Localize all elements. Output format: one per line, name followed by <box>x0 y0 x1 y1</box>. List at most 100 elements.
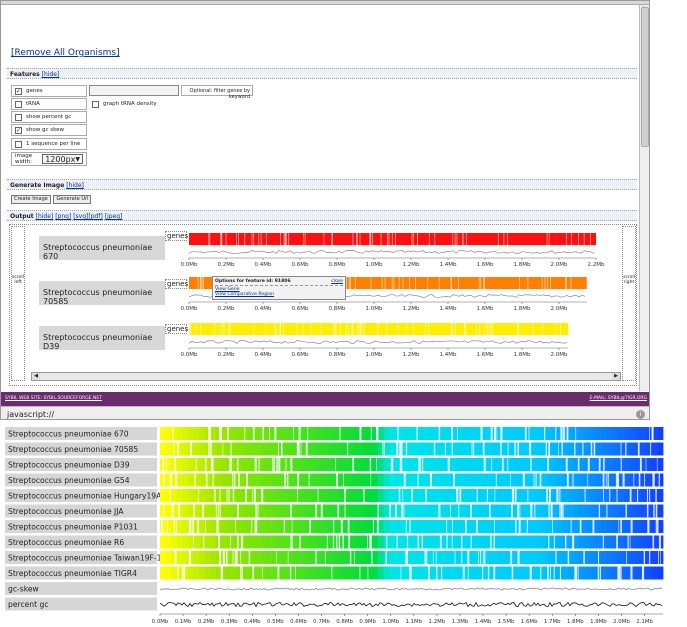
synteny-segment <box>484 427 491 440</box>
synteny-segment <box>657 489 664 502</box>
synteny-segment <box>540 442 546 456</box>
synteny-segment <box>310 427 317 440</box>
synteny-gap <box>396 442 398 456</box>
create-image-button[interactable]: Create Image <box>11 194 51 204</box>
synteny-segment <box>355 442 362 456</box>
option-graph-trna[interactable]: graph tRNA density <box>89 98 179 110</box>
synteny-gap <box>567 473 569 487</box>
footer-email-link[interactable]: E-MAIL: SYBIL@TIGR.ORG <box>590 396 647 402</box>
synteny-segment <box>579 504 586 518</box>
scroll-left-arrow-icon[interactable]: ◀ <box>32 373 40 380</box>
gene-gap-mark <box>348 277 350 289</box>
output-hide-link[interactable]: [hide] <box>36 213 54 220</box>
synteny-segment <box>372 535 379 549</box>
gc-skew-checkbox[interactable]: ✓ <box>15 126 22 134</box>
comparative-genome-image[interactable]: Streptococcus pneumoniae 670 Streptococcu… <box>0 420 687 627</box>
synteny-segment <box>461 535 468 549</box>
synteny-segment <box>439 458 446 471</box>
synteny-gap <box>470 504 472 518</box>
synteny-segment <box>322 473 329 487</box>
option-gc-skew[interactable]: ✓ show gc skew <box>11 124 87 136</box>
gene-gap-mark <box>503 233 505 245</box>
synteny-segment <box>422 442 429 456</box>
gene-filter-input[interactable] <box>89 85 179 96</box>
synteny-gap <box>566 427 569 440</box>
synteny-segment <box>428 458 435 471</box>
synteny-gap <box>421 535 423 549</box>
synteny-segment <box>327 566 334 580</box>
synteny-gap <box>214 489 216 502</box>
output-png-link[interactable]: [png] <box>55 213 71 220</box>
view-comparative-region-link[interactable]: View Comparative Region <box>215 292 343 297</box>
synteny-segment <box>210 520 217 533</box>
synteny-gap <box>535 473 537 487</box>
synteny-segment <box>260 473 267 487</box>
generate-url-button[interactable]: Generate Url <box>53 194 92 204</box>
synteny-gap <box>338 535 341 549</box>
synteny-segment <box>361 551 368 564</box>
synteny-gap <box>161 520 163 533</box>
percent-gc-checkbox[interactable] <box>15 113 22 121</box>
synteny-segment <box>299 504 306 518</box>
synteny-gap <box>219 551 222 564</box>
synteny-segment <box>277 427 284 440</box>
one-sequence-checkbox[interactable] <box>15 140 22 148</box>
synteny-gap <box>646 504 649 518</box>
synteny-segment <box>243 458 250 471</box>
scroll-right-button[interactable]: scroll right <box>622 226 636 381</box>
remove-all-organisms-link[interactable]: [Remove All Organisms] <box>11 48 120 58</box>
footer-website-link[interactable]: SYBIL WEB SITE: SYBIL.SOURCEFORGE.NET <box>5 396 102 402</box>
vertical-scrollbar[interactable]: ▲ <box>639 5 649 391</box>
features-hide-link[interactable]: [hide] <box>42 71 60 78</box>
image-width-select[interactable]: 1200px ▼ <box>42 154 83 164</box>
horizontal-scrollbar[interactable]: ◀ ▶ <box>31 372 621 381</box>
synteny-gap <box>637 489 639 502</box>
option-one-sequence[interactable]: 1 sequence per line <box>11 138 87 150</box>
gene-gap-mark <box>201 277 203 289</box>
synteny-gap <box>274 427 277 440</box>
axis-tick-label: 0.4Mb <box>255 306 272 312</box>
synteny-segment <box>495 489 502 502</box>
synteny-gap <box>230 535 231 549</box>
scroll-left-button[interactable]: scroll left <box>11 226 25 381</box>
generate-hide-link[interactable]: [hide] <box>66 182 84 189</box>
scrollbar-thumb[interactable] <box>641 7 649 147</box>
trna-checkbox[interactable] <box>15 100 22 108</box>
synteny-gap <box>489 504 491 518</box>
popup-close-link[interactable]: close <box>331 279 343 284</box>
synteny-segment <box>579 427 586 440</box>
genes-checkbox[interactable]: ✓ <box>15 87 22 95</box>
option-percent-gc[interactable]: show percent gc <box>11 111 87 123</box>
synteny-gap <box>447 458 450 471</box>
synteny-gap <box>376 427 378 440</box>
synteny-segment <box>266 520 273 533</box>
option-trna[interactable]: tRNA <box>11 98 87 110</box>
synteny-segment <box>249 473 256 487</box>
synteny-segment <box>182 489 189 502</box>
synteny-segment <box>333 458 340 471</box>
synteny-segment <box>439 473 446 487</box>
synteny-gap <box>483 458 486 471</box>
synteny-segment <box>171 535 178 549</box>
generate-image-header: Generate Image [hide] <box>7 179 637 190</box>
synteny-segment <box>394 520 401 533</box>
synteny-segment <box>176 489 183 502</box>
gc-skew-label: show gc skew <box>26 127 64 133</box>
synteny-gap <box>370 535 371 549</box>
synteny-gap <box>620 520 622 533</box>
option-genes[interactable]: ✓ genes <box>11 85 87 97</box>
synteny-segment <box>389 442 396 456</box>
synteny-segment <box>221 473 228 487</box>
scroll-right-arrow-icon[interactable]: ▶ <box>612 373 620 380</box>
synteny-gap <box>193 504 195 518</box>
synteny-segment <box>450 442 457 456</box>
synteny-segment <box>556 551 563 564</box>
graph-trna-checkbox[interactable] <box>92 100 99 108</box>
synteny-segment <box>199 551 206 564</box>
synteny-segment <box>378 489 384 502</box>
output-jpeg-link[interactable]: [jpeg] <box>105 213 123 220</box>
synteny-segment <box>266 442 273 456</box>
synteny-segment <box>249 535 256 549</box>
output-svg-link[interactable]: [svg] <box>73 213 88 220</box>
output-pdf-link[interactable]: [pdf] <box>88 213 102 220</box>
